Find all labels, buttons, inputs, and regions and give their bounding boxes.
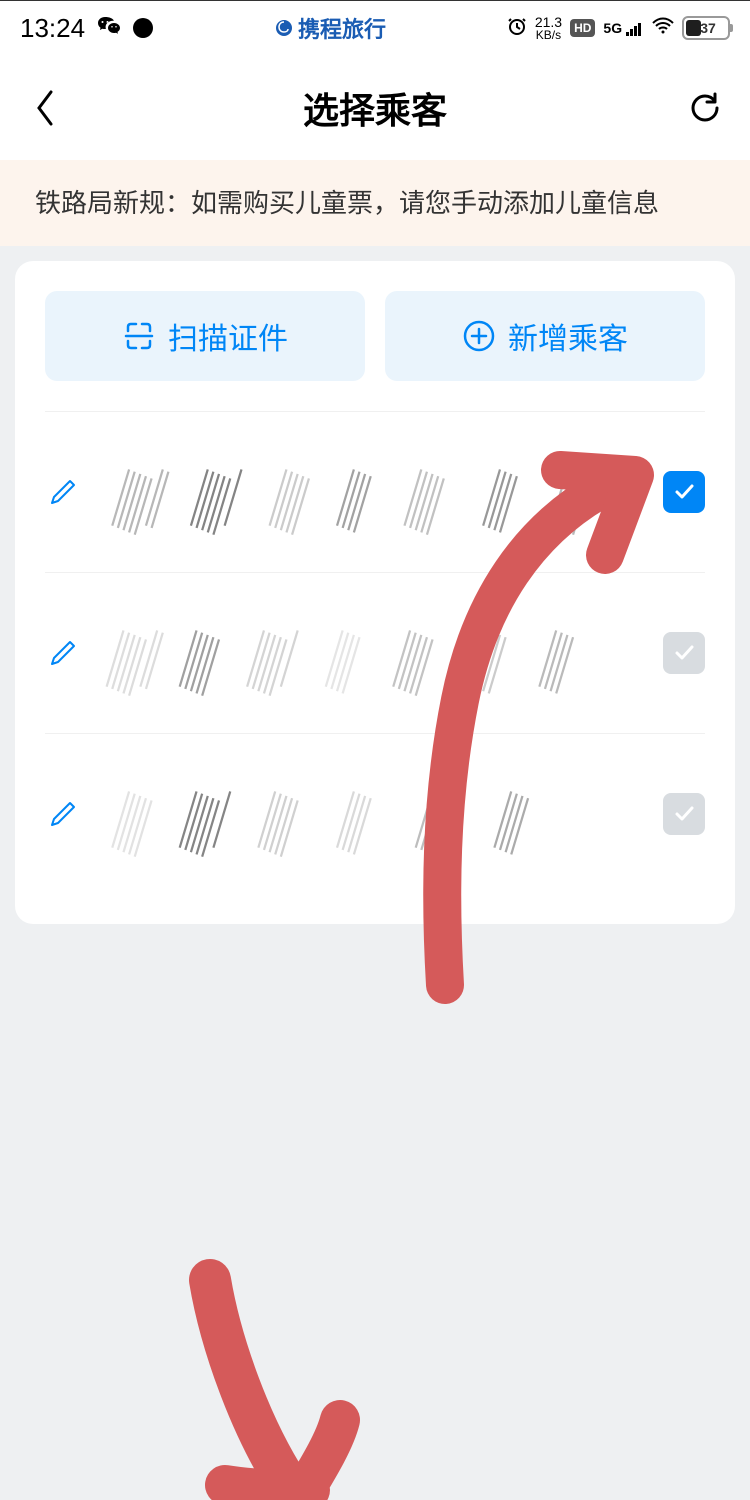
scan-icon [122, 319, 156, 353]
refresh-button[interactable] [685, 88, 725, 128]
notice-banner: 铁路局新规：如需购买儿童票，请您手动添加儿童信息 [0, 160, 750, 246]
action-row: 扫描证件 新增乘客 [45, 291, 705, 381]
wechat-icon [97, 14, 121, 42]
edit-passenger-button[interactable] [45, 635, 81, 671]
check-icon [672, 802, 696, 826]
status-bar: 13:24 携程旅行 21.3 KB/s HD 5G 37 [0, 0, 750, 55]
battery-indicator: 37 [682, 16, 730, 40]
app-name-label: 携程旅行 [298, 12, 386, 44]
edit-passenger-button[interactable] [45, 474, 81, 510]
notice-text: 铁路局新规：如需购买儿童票，请您手动添加儿童信息 [35, 188, 659, 218]
passenger-card: 扫描证件 新增乘客 [15, 261, 735, 924]
page-title: 选择乘客 [303, 82, 447, 134]
add-label: 新增乘客 [508, 314, 628, 358]
passenger-checkbox[interactable] [663, 793, 705, 835]
pencil-icon [48, 799, 78, 829]
pencil-icon [48, 477, 78, 507]
passenger-info-redacted [101, 769, 663, 859]
chevron-left-icon [33, 88, 57, 128]
edit-passenger-button[interactable] [45, 796, 81, 832]
app-brand: 携程旅行 [274, 12, 386, 44]
check-icon [672, 480, 696, 504]
refresh-icon [687, 90, 723, 126]
speed-value: 21.3 [535, 15, 562, 29]
alarm-icon [507, 16, 527, 41]
passenger-row[interactable] [45, 572, 705, 733]
network-speed: 21.3 KB/s [535, 15, 562, 41]
passenger-row[interactable] [45, 411, 705, 572]
status-left: 13:24 [20, 13, 153, 44]
passenger-checkbox[interactable] [663, 632, 705, 674]
hd-badge: HD [570, 19, 595, 37]
scan-label: 扫描证件 [168, 314, 288, 358]
battery-level: 37 [686, 20, 730, 36]
message-icon [133, 18, 153, 38]
speed-unit: KB/s [535, 29, 562, 41]
page-header: 选择乘客 [0, 55, 750, 160]
status-time: 13:24 [20, 13, 85, 44]
add-passenger-button[interactable]: 新增乘客 [385, 291, 705, 381]
passenger-info-redacted [101, 608, 663, 698]
wifi-icon [652, 17, 674, 40]
passenger-checkbox[interactable] [663, 471, 705, 513]
signal-5g: 5G [603, 20, 644, 36]
check-icon [672, 641, 696, 665]
back-button[interactable] [25, 88, 65, 128]
pencil-icon [48, 638, 78, 668]
scan-id-button[interactable]: 扫描证件 [45, 291, 365, 381]
status-right: 21.3 KB/s HD 5G 37 [507, 15, 730, 41]
passenger-info-redacted [101, 447, 663, 537]
passenger-row[interactable] [45, 733, 705, 894]
plus-circle-icon [462, 319, 496, 353]
